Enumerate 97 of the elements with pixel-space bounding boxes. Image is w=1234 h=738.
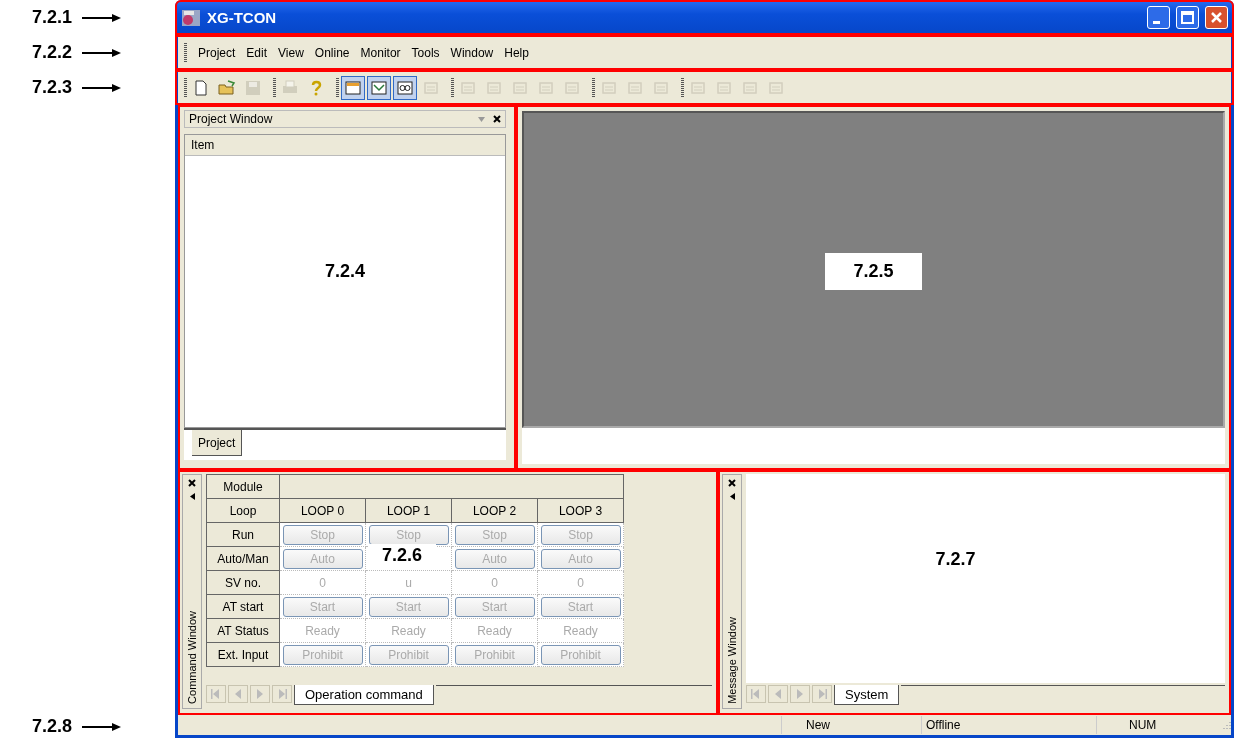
table-cell: Ready [305, 623, 340, 638]
callout-label: 7.2.1 [32, 7, 73, 28]
close-icon[interactable] [188, 479, 196, 487]
side-tab[interactable]: Command Window [182, 474, 202, 709]
command-button[interactable]: Stop [454, 524, 535, 545]
command-button[interactable]: Stop [368, 524, 449, 545]
app-icon [181, 8, 201, 27]
callout-label: 7.2.2 [32, 42, 73, 63]
previous-icon[interactable] [768, 685, 788, 703]
callout-label: 7.2.5 [825, 253, 922, 290]
menu-item[interactable]: Tools [411, 45, 440, 60]
grip-handle[interactable] [184, 42, 187, 63]
row-label: Module [206, 474, 280, 499]
panel-title: Message Window [726, 617, 738, 704]
left-triangle-icon[interactable] [729, 493, 735, 500]
grip-handle[interactable] [336, 77, 339, 98]
menu-item[interactable]: Monitor [360, 45, 401, 60]
panel-title: Project Window [189, 112, 273, 126]
first-page-icon[interactable] [206, 685, 226, 703]
menu-item[interactable]: Online [314, 45, 350, 60]
column-header: LOOP 2 [472, 503, 517, 518]
command-button[interactable]: Start [282, 596, 363, 617]
last-page-icon[interactable] [812, 685, 832, 703]
dropdown-icon[interactable] [478, 116, 485, 122]
close-button[interactable] [1205, 6, 1228, 29]
menu-item[interactable]: View [278, 45, 304, 60]
table-cell: u [405, 575, 412, 590]
column-header: LOOP 1 [386, 503, 431, 518]
command-button[interactable]: Prohibit [368, 644, 449, 665]
sheet-tab[interactable]: System [834, 685, 900, 705]
envelope-icon[interactable] [367, 75, 391, 100]
command-button[interactable]: Stop [282, 524, 363, 545]
row-label: Run [206, 522, 280, 547]
table-cell: 0 [319, 575, 326, 590]
callout-label: 7.2.8 [32, 716, 73, 737]
row-label: Auto/Man [206, 546, 280, 571]
sheet-tab[interactable]: Operation command [294, 685, 434, 705]
column-header[interactable]: Item [185, 135, 505, 156]
command-button[interactable]: Stop [540, 524, 621, 545]
callout-arrow [82, 721, 123, 732]
last-page-icon[interactable] [272, 685, 292, 703]
grip-handle[interactable] [184, 77, 187, 98]
command-button[interactable]: Auto [540, 548, 621, 569]
command-button[interactable]: Auto [282, 548, 363, 569]
minimize-button[interactable] [1147, 6, 1170, 29]
previous-icon[interactable] [228, 685, 248, 703]
menu-item[interactable]: Project [198, 45, 236, 60]
minimize-icon [1152, 21, 1160, 24]
row-label: SV no. [206, 570, 280, 595]
command-button[interactable]: Start [368, 596, 449, 617]
command-button[interactable]: Start [540, 596, 621, 617]
close-icon[interactable] [728, 479, 736, 487]
next-icon[interactable] [250, 685, 270, 703]
menu-item[interactable]: Window [450, 45, 494, 60]
first-page-icon[interactable] [746, 685, 766, 703]
panel-tab[interactable]: Project [192, 430, 243, 456]
command-button[interactable]: Start [454, 596, 535, 617]
row-label: AT Status [206, 618, 280, 643]
callout-label: 7.2.7 [935, 549, 976, 571]
module-field[interactable] [279, 474, 624, 499]
glasses-icon[interactable] [393, 75, 417, 100]
table-cell: Ready [391, 623, 426, 638]
close-icon[interactable] [493, 115, 501, 123]
table-cell: 0 [577, 575, 584, 590]
callout-arrow [82, 82, 123, 93]
menu-item[interactable]: Edit [246, 45, 268, 60]
status-pane: New [781, 716, 921, 734]
command-button[interactable]: Prohibit [454, 644, 535, 665]
grip-handle[interactable] [592, 77, 595, 98]
row-label: Loop [206, 498, 280, 523]
column-header: LOOP 0 [300, 503, 345, 518]
maximize-button[interactable] [1176, 6, 1199, 29]
row-label: AT start [206, 594, 280, 619]
table-cell: 0 [491, 575, 498, 590]
table-cell: Ready [563, 623, 598, 638]
callout-arrow [82, 12, 123, 23]
callout-arrow [82, 47, 123, 58]
command-button[interactable]: Prohibit [540, 644, 621, 665]
side-tab[interactable]: Message Window [722, 474, 742, 709]
menu-item[interactable]: Help [504, 45, 529, 60]
command-button[interactable]: Prohibit [282, 644, 363, 665]
window-title: XG-TCON [207, 9, 277, 26]
column-header: LOOP 3 [558, 503, 603, 518]
next-icon[interactable] [790, 685, 810, 703]
panel-title: Command Window [186, 611, 198, 704]
command-button[interactable]: Auto [454, 548, 535, 569]
row-label: Ext. Input [206, 642, 280, 667]
grip-handle[interactable] [681, 77, 684, 98]
callout-label: 7.2.3 [32, 77, 73, 98]
left-triangle-icon[interactable] [189, 493, 195, 500]
status-pane: NUM [1096, 716, 1219, 734]
grip-handle[interactable] [273, 77, 276, 98]
table-cell: Ready [477, 623, 512, 638]
grip-handle[interactable] [451, 77, 454, 98]
status-pane: Offline [921, 716, 1096, 734]
callout-label: 7.2.4 [324, 261, 365, 282]
window-icon[interactable] [341, 75, 365, 100]
